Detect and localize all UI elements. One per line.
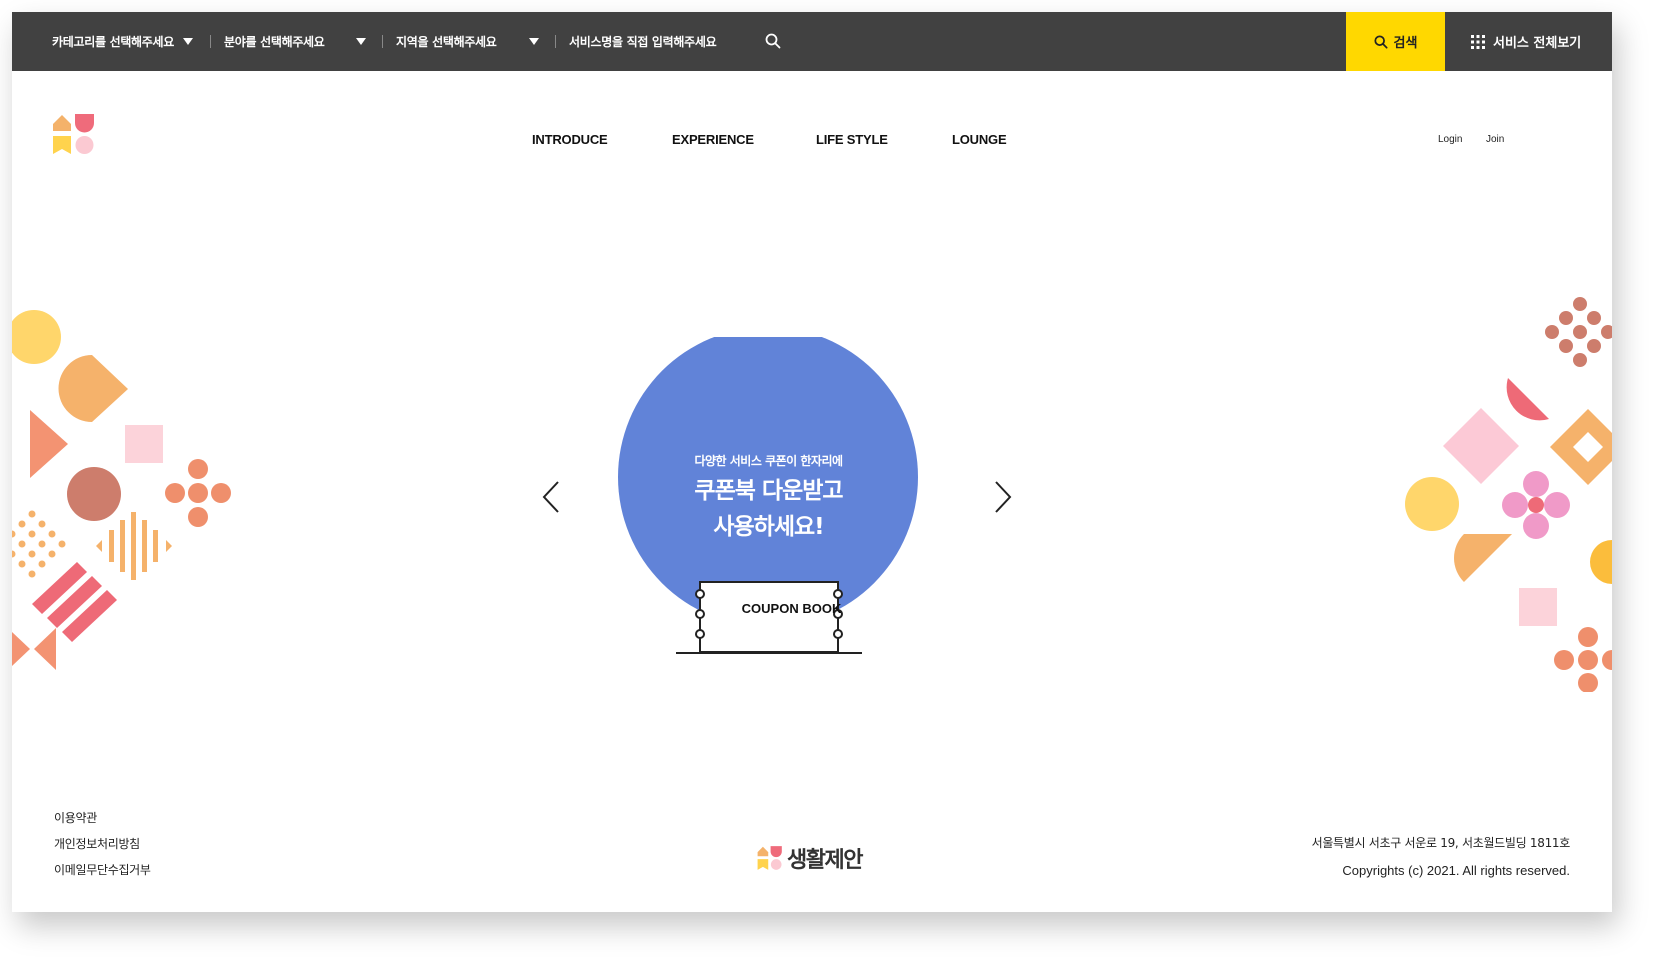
region-chevron-down-icon[interactable] [529,38,539,45]
coupon-book-button[interactable]: COUPON BOOK [740,601,843,616]
nav-item-experience[interactable]: EXPERIENCE [672,132,754,147]
footer-copyright: Copyrights (c) 2021. All rights reserved… [1342,863,1570,878]
search-icon[interactable] [765,33,781,49]
all-services-label: 서비스 전체보기 [1493,36,1582,51]
hero-title-line1: 쿠폰북 다운받고 [694,478,843,504]
search-button[interactable]: 검색 [1346,12,1445,71]
service-name-input[interactable]: 서비스명을 직접 입력해주세요 [569,12,717,71]
nav-item-introduce[interactable]: INTRODUCE [532,132,608,147]
all-services-button[interactable]: 서비스 전체보기 [1471,12,1581,71]
hero-title: 쿠폰북 다운받고 사용하세요! [662,473,875,545]
field-select[interactable]: 분야를 선택해주세요 [224,12,325,71]
decorative-shapes-left [12,310,231,670]
footer-link-email-refusal[interactable]: 이메일무단수집거부 [54,861,151,878]
region-select[interactable]: 지역을 선택해주세요 [396,12,497,71]
next-slide-icon[interactable] [994,480,1012,514]
service-name-placeholder: 서비스명을 직접 입력해주세요 [569,35,717,49]
category-chevron-down-icon[interactable] [183,38,193,45]
login-link[interactable]: Login [1438,134,1462,145]
footer-address: 서울특별시 서초구 서운로 19, 서초월드빌딩 1811호 [1311,836,1571,850]
grid-icon [1471,34,1485,49]
nav-item-lounge[interactable]: LOUNGE [952,132,1007,147]
page-frame: 카테고리를 선택해주세요 분야를 선택해주세요 지역을 선택해주세요 서비스명을… [12,12,1612,912]
divider [555,35,556,48]
field-select-label: 분야를 선택해주세요 [224,35,325,49]
search-icon [1373,34,1388,49]
divider [210,35,211,48]
divider [382,35,383,48]
search-button-label: 검색 [1393,36,1418,51]
main-nav: INTRODUCE EXPERIENCE LIFE STYLE LOUNGE [12,132,1612,152]
field-chevron-down-icon[interactable] [356,38,366,45]
footer-link-terms[interactable]: 이용약관 [54,809,97,826]
join-link[interactable]: Join [1486,134,1504,145]
hero-subtitle: 다양한 서비스 쿠폰이 한자리에 [694,454,843,468]
footer-logo-text: 생활제안 [787,848,863,873]
category-select-label: 카테고리를 선택해주세요 [52,35,175,49]
hero-title-line2: 사용하세요! [713,514,824,540]
category-select[interactable]: 카테고리를 선택해주세요 [52,12,174,71]
logo-mark-icon [757,846,782,870]
decorative-shapes-right [1405,297,1612,692]
footer-logo: 생활제안 [757,842,863,874]
nav-item-lifestyle[interactable]: LIFE STYLE [816,132,888,147]
search-bar: 카테고리를 선택해주세요 분야를 선택해주세요 지역을 선택해주세요 서비스명을… [12,12,1612,71]
region-select-label: 지역을 선택해주세요 [396,35,497,49]
footer-link-privacy[interactable]: 개인정보처리방침 [54,835,140,852]
